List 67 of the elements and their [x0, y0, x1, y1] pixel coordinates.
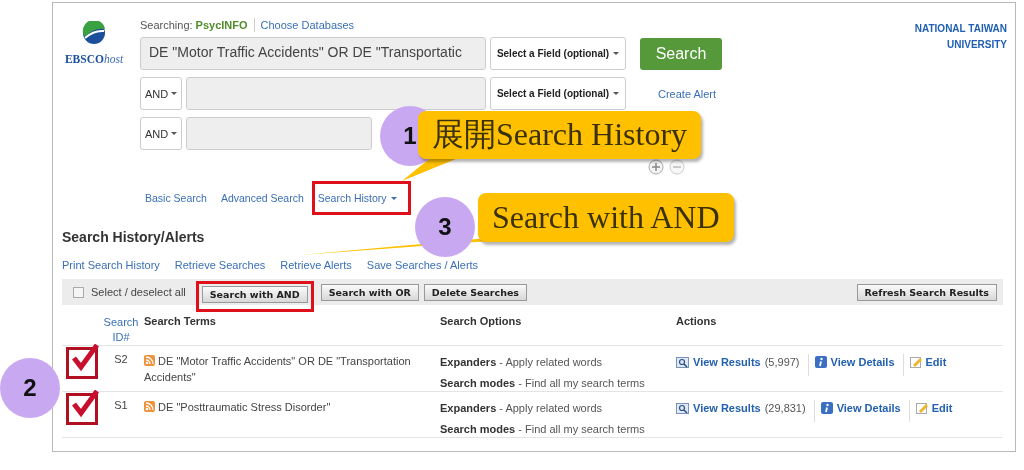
edit-icon: [915, 402, 928, 414]
step-number: 2: [0, 358, 60, 418]
searching-label: Searching:: [140, 18, 193, 32]
view-results-link[interactable]: View Results: [693, 356, 761, 368]
caret-icon: [171, 92, 178, 95]
rss-icon: [144, 355, 155, 366]
section-title: Search History/Alerts: [62, 229, 206, 245]
magnifier-icon: [676, 402, 689, 414]
create-alert-link[interactable]: Create Alert: [658, 87, 717, 100]
remove-row-icon: [669, 159, 685, 175]
history-link[interactable]: Print Search History: [62, 259, 160, 273]
logo-text: EBSCOhost: [64, 53, 124, 65]
search-button[interactable]: Search: [640, 37, 722, 70]
toolbar-button[interactable]: Delete Searches: [423, 283, 528, 301]
caret-icon: [171, 132, 178, 135]
field-dropdown[interactable]: Select a Field (optional): [490, 37, 626, 70]
history-link[interactable]: Save Searches / Alerts: [366, 259, 479, 273]
column-header: Search Options: [440, 315, 523, 329]
field-dropdown[interactable]: Select a Field (optional): [490, 77, 626, 110]
add-row-icon: [648, 159, 664, 175]
history-link[interactable]: Retrieve Alerts: [280, 259, 352, 273]
edit-link[interactable]: Edit: [925, 356, 947, 368]
toolbar-button[interactable]: Search with OR: [320, 283, 419, 301]
nav-link[interactable]: Basic Search: [142, 188, 210, 208]
operator-dropdown[interactable]: AND: [140, 117, 182, 150]
operator-dropdown[interactable]: AND: [140, 77, 182, 110]
view-details-link[interactable]: View Details: [830, 356, 895, 368]
search-option: Expanders - Apply related words: [440, 356, 676, 368]
nav-link[interactable]: Search History: [314, 188, 400, 208]
view-details-link[interactable]: View Details: [836, 402, 901, 414]
rss-icon: [144, 401, 155, 412]
caret-icon: [613, 92, 620, 95]
institution-name: NATIONAL TAIWAN UNIVERSITY: [913, 22, 1007, 52]
search-option: Search modes - Find all my search terms: [440, 377, 676, 389]
result-count: (5,997): [764, 356, 800, 368]
checkbox-label: Select / deselect all: [91, 286, 186, 298]
search-field[interactable]: [186, 77, 486, 110]
search-option: Search modes - Find all my search terms: [440, 423, 676, 435]
choose-databases-link[interactable]: Choose Databases: [253, 18, 355, 32]
checkbox[interactable]: [66, 393, 98, 425]
search-field[interactable]: DE "Motor Traffic Accidents" OR DE "Transportatic: [140, 37, 486, 70]
column-header[interactable]: Search ID#: [98, 315, 144, 345]
database-name: PsycINFO: [195, 18, 248, 32]
search-option: Expanders - Apply related words: [440, 402, 676, 414]
refresh-button[interactable]: Refresh Search Results: [856, 283, 997, 301]
search-term: DE "Posttraumatic Stress Disorder": [144, 399, 440, 415]
search-term: DE "Motor Traffic Accidents" OR DE "Transportation Accidents": [144, 354, 412, 385]
checkbox[interactable]: [73, 286, 84, 298]
edit-icon: [909, 356, 922, 368]
column-header: Actions: [676, 315, 718, 329]
toolbar-button[interactable]: Search with AND: [201, 285, 308, 303]
history-link[interactable]: Retrieve Searches: [174, 259, 266, 273]
table-cell-text: S2: [113, 353, 129, 367]
search-field[interactable]: [186, 117, 372, 150]
view-results-link[interactable]: View Results: [693, 402, 761, 414]
step-number: 3: [415, 197, 475, 257]
nav-link[interactable]: Advanced Search: [217, 188, 307, 208]
column-header: Search Terms: [144, 315, 217, 329]
logo-icon: [82, 21, 106, 45]
info-icon: [820, 402, 833, 414]
checkbox[interactable]: [66, 347, 98, 379]
info-icon: [814, 356, 827, 368]
magnifier-icon: [676, 356, 689, 368]
caret-icon: [613, 52, 620, 55]
table-cell-text: S1: [113, 399, 129, 413]
result-count: (29,831): [764, 402, 806, 414]
edit-link[interactable]: Edit: [931, 402, 953, 414]
